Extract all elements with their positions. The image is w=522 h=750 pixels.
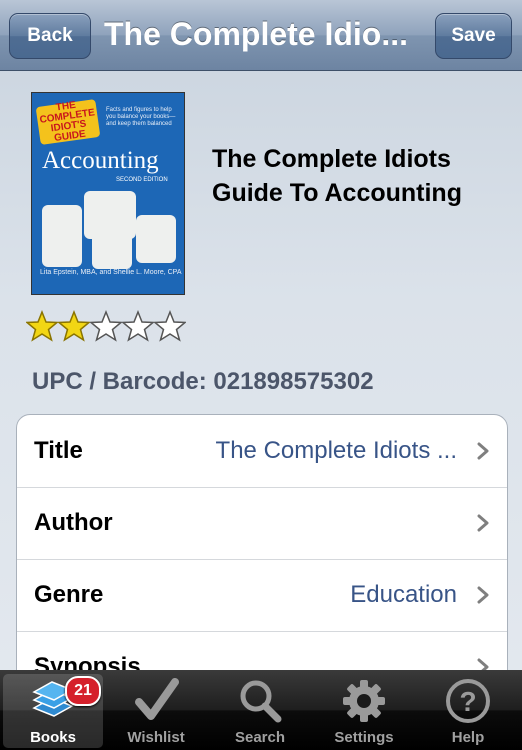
star-filled-icon[interactable] (26, 310, 58, 342)
magnifier-icon (240, 680, 282, 723)
books-count-badge: 21 (65, 676, 101, 706)
chevron-right-icon (477, 586, 489, 604)
star-empty-icon[interactable] (122, 310, 154, 342)
tab-books[interactable]: 21 Books (3, 674, 103, 748)
detail-row-author[interactable]: Author (17, 487, 507, 560)
detail-value: Education (350, 581, 457, 608)
star-filled-icon[interactable] (58, 310, 90, 342)
navigation-bar: Back The Complete Idio... Save (0, 0, 522, 71)
svg-text:?: ? (459, 686, 476, 717)
cover-series-logo: THE COMPLETE IDIOT'S GUIDE (35, 99, 101, 145)
tab-wishlist[interactable]: Wishlist (106, 674, 206, 748)
detail-label: Author (34, 509, 113, 536)
tab-search[interactable]: Search (210, 674, 310, 748)
book-title: The Complete Idiots Guide To Accounting (212, 145, 462, 207)
checkmark-icon (135, 678, 179, 720)
cover-edition: SECOND EDITION (116, 177, 168, 183)
cover-author: Lita Epstein, MBA, and Shellie L. Moore,… (40, 269, 182, 276)
chevron-right-icon (477, 514, 489, 532)
detail-label: Title (34, 437, 83, 464)
help-icon: ? (446, 679, 490, 723)
upc-barcode: UPC / Barcode: 021898575302 (32, 368, 374, 395)
tab-label: Search (234, 729, 286, 746)
detail-label: Genre (34, 581, 104, 608)
cover-title: Accounting (42, 147, 159, 174)
cover-blurb: Facts and figures to help you balance yo… (106, 107, 176, 127)
cover-paper-roll (136, 215, 176, 263)
cover-paper-roll (42, 205, 82, 267)
cover-paper-roll (92, 233, 132, 269)
rating-stars[interactable] (26, 310, 186, 342)
detail-row-title[interactable]: Title The Complete Idiots ... (17, 415, 507, 488)
cover-paper-roll (84, 191, 136, 239)
back-button[interactable]: Back (9, 13, 91, 59)
star-empty-icon[interactable] (90, 310, 122, 342)
book-cover-image[interactable]: THE COMPLETE IDIOT'S GUIDE Facts and fig… (31, 92, 185, 295)
save-button[interactable]: Save (435, 13, 512, 59)
detail-row-genre[interactable]: Genre Education (17, 559, 507, 632)
page-title: The Complete Idio... (104, 16, 409, 52)
tab-bar: 21 Books Wishlist Search Settings ? Help (0, 670, 522, 750)
star-empty-icon[interactable] (154, 310, 186, 342)
tab-settings[interactable]: Settings (314, 674, 414, 748)
detail-value: The Complete Idiots ... (215, 437, 457, 464)
tab-help[interactable]: ? Help (418, 674, 518, 748)
gear-icon (343, 680, 385, 722)
tab-label: Wishlist (127, 729, 185, 746)
tab-label: Settings (334, 729, 394, 746)
tab-label: Books (30, 729, 76, 746)
tab-label: Help (451, 729, 485, 746)
chevron-right-icon (477, 442, 489, 460)
